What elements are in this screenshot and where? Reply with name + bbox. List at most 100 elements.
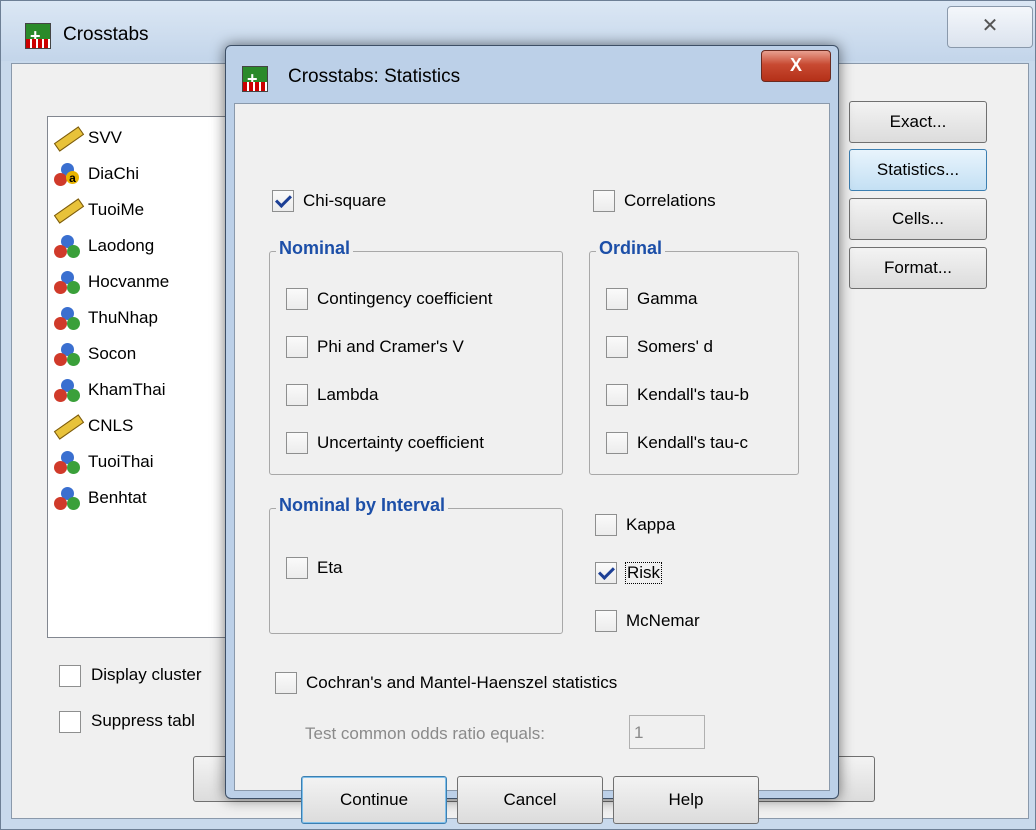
somers-checkbox[interactable] bbox=[606, 336, 628, 358]
variable-item-thunhap[interactable]: ThuNhap bbox=[52, 301, 158, 335]
variable-label: TuoiMe bbox=[88, 200, 145, 219]
nominal-icon bbox=[52, 450, 82, 474]
phi-cramer-option[interactable]: Phi and Cramer's V bbox=[286, 336, 464, 358]
variable-label: Socon bbox=[88, 344, 137, 363]
nominal-icon bbox=[52, 378, 82, 402]
cochran-checkbox[interactable] bbox=[275, 672, 297, 694]
nominal-icon bbox=[52, 306, 82, 330]
ordinal-group-title: Ordinal bbox=[596, 238, 666, 259]
tau-b-option[interactable]: Kendall's tau-b bbox=[606, 384, 749, 406]
gamma-checkbox[interactable] bbox=[606, 288, 628, 310]
kappa-checkbox[interactable] bbox=[595, 514, 617, 536]
lambda-option[interactable]: Lambda bbox=[286, 384, 378, 406]
variable-item-laodong[interactable]: Laodong bbox=[52, 229, 154, 263]
crosstabs-title: Crosstabs bbox=[63, 24, 149, 45]
eta-option[interactable]: Eta bbox=[286, 557, 343, 579]
dialog-close-button[interactable]: X bbox=[761, 50, 831, 82]
nominal-icon bbox=[52, 270, 82, 294]
eta-label: Eta bbox=[317, 558, 343, 577]
nominal-group: Nominal Contingency coefficient Phi and … bbox=[269, 238, 563, 475]
scale-ruler-icon bbox=[52, 126, 85, 152]
display-clustered-checkbox[interactable] bbox=[59, 665, 81, 687]
contingency-checkbox[interactable] bbox=[286, 288, 308, 310]
mcnemar-option[interactable]: McNemar bbox=[595, 610, 700, 632]
variable-label: Hocvanme bbox=[88, 272, 170, 291]
risk-checkbox[interactable] bbox=[595, 562, 617, 584]
cancel-button[interactable]: Cancel bbox=[457, 776, 603, 824]
dialog-title: Crosstabs: Statistics bbox=[288, 66, 461, 87]
correlations-option[interactable]: Correlations bbox=[593, 190, 716, 212]
nominal-by-interval-title: Nominal by Interval bbox=[276, 495, 449, 516]
lambda-checkbox[interactable] bbox=[286, 384, 308, 406]
somers-label: Somers' d bbox=[637, 337, 713, 356]
variable-item-diachi[interactable]: a DiaChi bbox=[52, 157, 139, 191]
correlations-checkbox[interactable] bbox=[593, 190, 615, 212]
spss-app-icon: + bbox=[242, 66, 268, 92]
contingency-option[interactable]: Contingency coefficient bbox=[286, 288, 492, 310]
tau-c-option[interactable]: Kendall's tau-c bbox=[606, 432, 748, 454]
tau-c-checkbox[interactable] bbox=[606, 432, 628, 454]
kappa-option[interactable]: Kappa bbox=[595, 514, 675, 536]
variable-item-svv[interactable]: SVV bbox=[52, 121, 122, 155]
exact-button[interactable]: Exact... bbox=[849, 101, 987, 143]
variable-label: KhamThai bbox=[88, 380, 166, 399]
display-clustered-label: Display cluster bbox=[91, 665, 202, 684]
spss-app-icon: + bbox=[25, 23, 51, 49]
chi-square-checkbox[interactable] bbox=[272, 190, 294, 212]
phi-cramer-label: Phi and Cramer's V bbox=[317, 337, 464, 356]
eta-checkbox[interactable] bbox=[286, 557, 308, 579]
uncertainty-label: Uncertainty coefficient bbox=[317, 433, 484, 452]
variable-list[interactable]: SVV a DiaChi TuoiMe Laodong Hocvanme Thu… bbox=[47, 116, 239, 638]
tau-c-label: Kendall's tau-c bbox=[637, 433, 748, 452]
chi-square-label: Chi-square bbox=[303, 191, 387, 210]
statistics-button[interactable]: Statistics... bbox=[849, 149, 987, 191]
cells-button[interactable]: Cells... bbox=[849, 198, 987, 240]
variable-label: ThuNhap bbox=[88, 308, 158, 327]
suppress-tables-checkbox[interactable] bbox=[59, 711, 81, 733]
cochran-label: Cochran's and Mantel-Haenszel statistics bbox=[306, 673, 618, 692]
help-button[interactable]: Help bbox=[613, 776, 759, 824]
phi-cramer-checkbox[interactable] bbox=[286, 336, 308, 358]
mcnemar-label: McNemar bbox=[626, 611, 700, 630]
gamma-option[interactable]: Gamma bbox=[606, 288, 697, 310]
nominal-icon bbox=[52, 234, 82, 258]
variable-item-tuoime[interactable]: TuoiMe bbox=[52, 193, 144, 227]
uncertainty-option[interactable]: Uncertainty coefficient bbox=[286, 432, 484, 454]
nominal-group-title: Nominal bbox=[276, 238, 354, 259]
odds-ratio-label: Test common odds ratio equals: bbox=[305, 724, 546, 743]
cochran-option[interactable]: Cochran's and Mantel-Haenszel statistics bbox=[275, 672, 617, 694]
tau-b-checkbox[interactable] bbox=[606, 384, 628, 406]
variable-item-hocvanme[interactable]: Hocvanme bbox=[52, 265, 169, 299]
somers-option[interactable]: Somers' d bbox=[606, 336, 713, 358]
gamma-label: Gamma bbox=[637, 289, 698, 308]
variable-label: TuoiThai bbox=[88, 452, 154, 471]
dialog-client-area: Chi-square Correlations Nominal Continge… bbox=[234, 103, 830, 824]
ordinal-group: Ordinal Gamma Somers' d Kendall's tau-b … bbox=[589, 238, 799, 475]
continue-button[interactable]: Continue bbox=[301, 776, 447, 824]
risk-option[interactable]: Risk bbox=[595, 562, 663, 584]
lambda-label: Lambda bbox=[317, 385, 379, 404]
crosstabs-close-button[interactable]: ✕ bbox=[947, 6, 1033, 48]
variable-item-cnls[interactable]: CNLS bbox=[52, 409, 133, 443]
statistics-dialog: + Crosstabs: Statistics X Chi-square Cor… bbox=[225, 45, 839, 824]
uncertainty-checkbox[interactable] bbox=[286, 432, 308, 454]
variable-label: Laodong bbox=[88, 236, 155, 255]
variable-item-socon[interactable]: Socon bbox=[52, 337, 136, 371]
variable-label: CNLS bbox=[88, 416, 134, 435]
nominal-by-interval-group: Nominal by Interval Eta bbox=[269, 495, 563, 634]
scale-ruler-icon bbox=[52, 414, 85, 440]
format-button[interactable]: Format... bbox=[849, 247, 987, 289]
variable-item-benhtat[interactable]: Benhtat bbox=[52, 481, 147, 515]
kappa-label: Kappa bbox=[626, 515, 676, 534]
correlations-label: Correlations bbox=[624, 191, 716, 210]
suppress-tables-label: Suppress tabl bbox=[91, 711, 195, 730]
odds-ratio-input[interactable]: 1 bbox=[629, 715, 705, 749]
tau-b-label: Kendall's tau-b bbox=[637, 385, 749, 404]
mcnemar-checkbox[interactable] bbox=[595, 610, 617, 632]
chi-square-option[interactable]: Chi-square bbox=[272, 190, 386, 212]
scale-ruler-icon bbox=[52, 198, 85, 224]
variable-item-khamthai[interactable]: KhamThai bbox=[52, 373, 165, 407]
variable-label: SVV bbox=[88, 128, 123, 147]
risk-label: Risk bbox=[624, 562, 663, 584]
variable-item-tuoithai[interactable]: TuoiThai bbox=[52, 445, 154, 479]
